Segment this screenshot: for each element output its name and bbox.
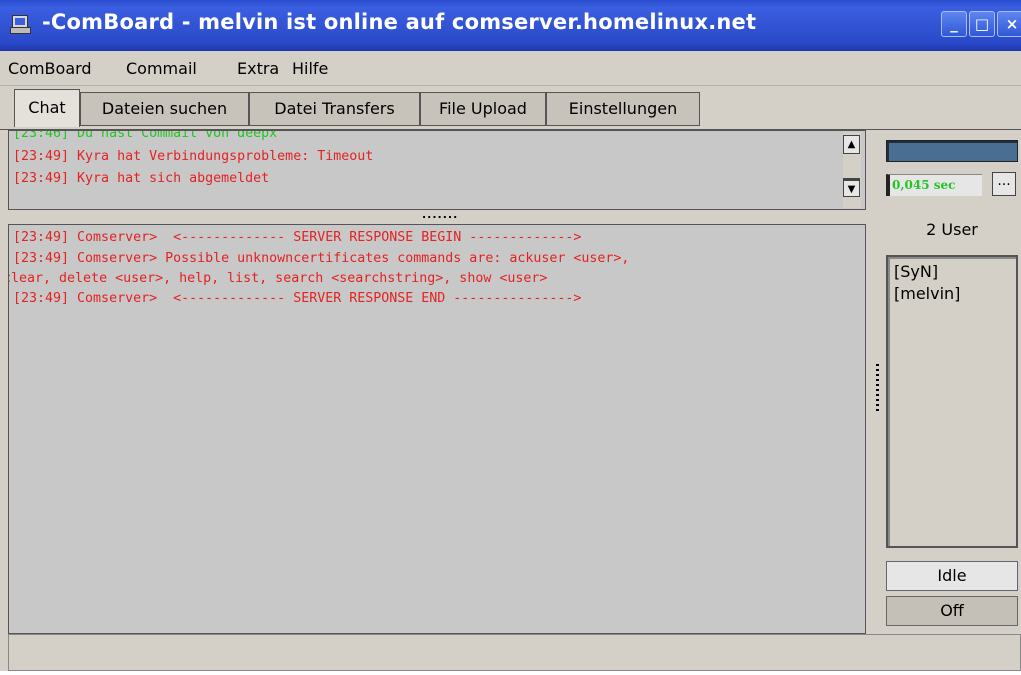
minimize-button[interactable]: _ [941, 11, 967, 37]
chat-line: [23:49] Comserver> Possible unknowncerti… [13, 251, 630, 266]
user-count: 2 User [926, 220, 978, 239]
close-button[interactable]: × [997, 11, 1021, 37]
log-line: [23:46] Du hast Commail von deepx [13, 130, 278, 141]
chat-line: [23:49] Comserver> <------------- SERVER… [13, 230, 582, 245]
message-input[interactable] [8, 634, 1021, 671]
notification-log[interactable]: [23:46] Du hast Commail von deepx [23:49… [8, 130, 866, 210]
off-button[interactable]: Off [886, 596, 1018, 626]
tab-datei-transfers[interactable]: Datei Transfers [249, 92, 420, 126]
left-border [0, 130, 8, 671]
menu-commail[interactable]: Commail [126, 59, 197, 78]
computer-icon[interactable] [10, 14, 31, 34]
more-options-button[interactable]: ... [992, 172, 1016, 196]
chat-log[interactable]: [23:49] Comserver> <------------- SERVER… [8, 224, 866, 634]
tab-einstellungen[interactable]: Einstellungen [546, 92, 700, 126]
log-line: [23:49] Kyra hat Verbindungsprobleme: Ti… [13, 149, 374, 164]
scroll-up-icon[interactable]: ▲ [843, 135, 860, 154]
user-list-item[interactable]: [SyN] [894, 261, 1010, 283]
menu-hilfe[interactable]: Hilfe [292, 59, 328, 78]
vertical-scrollbar[interactable]: ▲ ▼ [843, 132, 861, 208]
horizontal-splitter-handle[interactable]: ....... [422, 209, 458, 220]
latency-display: 0,045 sec [886, 174, 982, 196]
bottom-edge [0, 671, 1021, 675]
user-list[interactable]: [SyN] [melvin] [886, 255, 1018, 548]
idle-button[interactable]: Idle [886, 561, 1018, 591]
tab-dateien-suchen[interactable]: Dateien suchen [80, 92, 249, 126]
menu-extra[interactable]: Extra [237, 59, 279, 78]
maximize-button[interactable]: □ [969, 11, 995, 37]
tab-chat[interactable]: Chat [14, 89, 80, 127]
title-bar[interactable]: -ComBoard - melvin ist online auf comser… [0, 0, 1021, 51]
vertical-splitter-handle[interactable] [876, 364, 879, 414]
window-title: -ComBoard - melvin ist online auf comser… [42, 10, 757, 34]
chat-line: clear, delete <user>, help, list, search… [8, 271, 548, 286]
log-line: [23:49] Kyra hat sich abgemeldet [13, 171, 270, 186]
scroll-down-icon[interactable]: ▼ [843, 178, 860, 197]
connection-quality-bar [886, 140, 1018, 162]
tab-bar: Chat Dateien suchen Datei Transfers File… [0, 86, 1021, 130]
menu-comboard[interactable]: ComBoard [8, 59, 92, 78]
user-list-item[interactable]: [melvin] [894, 283, 1010, 305]
menu-bar: ComBoard Commail Extra Hilfe [0, 51, 1021, 86]
chat-line: [23:49] Comserver> <------------- SERVER… [13, 291, 582, 306]
tab-file-upload[interactable]: File Upload [420, 92, 546, 126]
